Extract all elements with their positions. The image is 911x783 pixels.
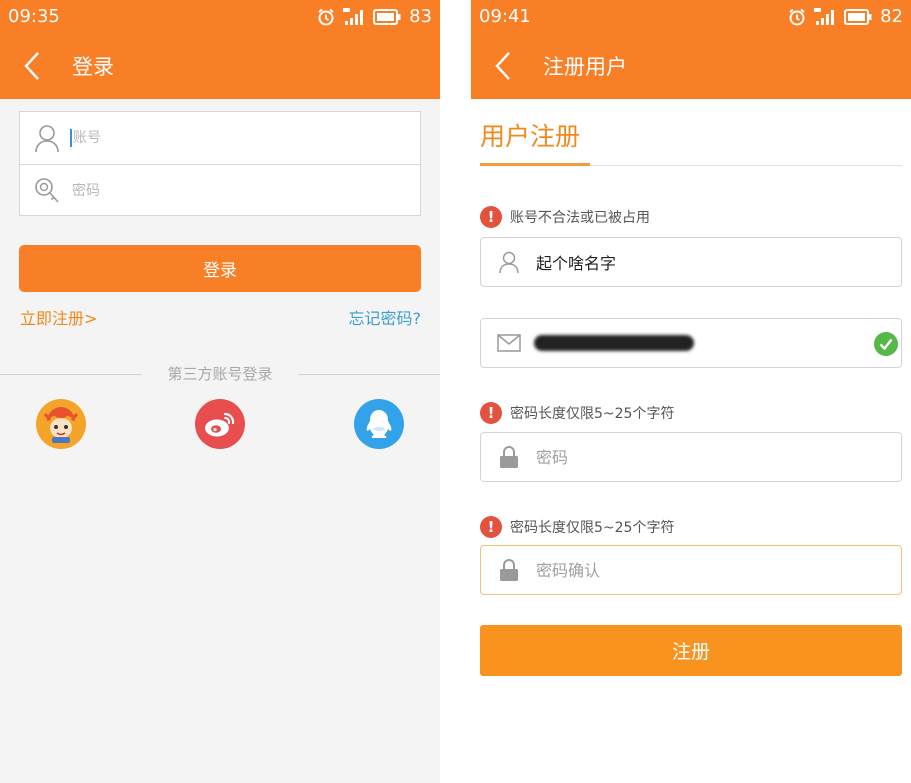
chevron-left-icon xyxy=(495,52,510,80)
signal-icon xyxy=(814,7,835,25)
weibo-login-button[interactable] xyxy=(195,399,245,449)
confirm-error-text: 密码长度仅限5~25个字符 xyxy=(510,520,675,536)
back-button[interactable] xyxy=(6,33,58,99)
lock-icon xyxy=(500,446,518,468)
redacted-email xyxy=(534,335,694,351)
password-input[interactable] xyxy=(536,447,866,467)
login-button[interactable]: 登录 xyxy=(19,245,421,292)
register-heading: 用户注册 xyxy=(480,122,581,151)
page-title: 登录 xyxy=(72,55,114,79)
password-error-text: 密码长度仅限5~25个字符 xyxy=(510,406,675,422)
back-button[interactable] xyxy=(477,33,529,99)
confirm-password-input[interactable] xyxy=(536,560,866,580)
register-button[interactable]: 注册 xyxy=(480,625,902,676)
username-field xyxy=(480,237,902,287)
user-icon xyxy=(499,251,519,274)
confirm-password-field xyxy=(480,545,902,595)
text-cursor xyxy=(70,129,72,147)
page-title: 注册用户 xyxy=(543,55,627,79)
mascot-login-button[interactable] xyxy=(36,399,86,449)
chevron-left-icon xyxy=(24,52,39,80)
alarm-icon xyxy=(318,8,334,25)
battery-level: 83 xyxy=(409,6,432,27)
password-row xyxy=(20,164,420,216)
register-link[interactable]: 立即注册> xyxy=(20,305,97,329)
heading-underline xyxy=(480,163,590,166)
error-icon: ! xyxy=(480,206,502,228)
key-icon xyxy=(35,177,59,203)
user-icon xyxy=(35,125,59,153)
username-input[interactable] xyxy=(536,252,866,272)
status-bar: 09:41 82 xyxy=(471,0,911,33)
email-field xyxy=(480,318,902,368)
status-time: 09:41 xyxy=(479,6,531,27)
username-error: ! 账号不合法或已被占用 xyxy=(480,206,650,228)
title-bar: 登录 xyxy=(0,33,440,99)
forgot-password-link[interactable]: 忘记密码? xyxy=(349,305,422,329)
third-party-label: 第三方账号登录 xyxy=(167,365,273,383)
check-icon xyxy=(874,332,898,356)
third-party-divider: 第三方账号登录 xyxy=(0,363,440,385)
qq-icon xyxy=(366,410,392,438)
login-screen: 09:35 83 登录 登录 立即注册> 忘记密码? 第三方账号登录 xyxy=(0,0,440,783)
lock-icon xyxy=(500,559,518,581)
password-field xyxy=(480,432,902,482)
qq-login-button[interactable] xyxy=(354,399,404,449)
alarm-icon xyxy=(789,8,805,25)
confirm-error: ! 密码长度仅限5~25个字符 xyxy=(480,516,674,538)
mascot-login-icon xyxy=(43,407,79,443)
title-bar: 注册用户 xyxy=(471,33,911,99)
battery-icon xyxy=(844,8,872,25)
password-input[interactable] xyxy=(72,182,372,199)
register-screen: 09:41 82 注册用户 用户注册 ! 账号不合法或已被占用 起个啥名字 ! … xyxy=(471,0,911,783)
battery-icon xyxy=(373,8,401,25)
username-error-text: 账号不合法或已被占用 xyxy=(510,210,650,226)
password-error: ! 密码长度仅限5~25个字符 xyxy=(480,402,674,424)
account-row xyxy=(20,112,420,164)
account-input[interactable] xyxy=(73,130,373,146)
signal-icon xyxy=(343,7,364,25)
login-form xyxy=(19,111,421,216)
error-icon: ! xyxy=(480,516,502,538)
status-bar: 09:35 83 xyxy=(0,0,440,33)
envelope-icon xyxy=(497,334,521,352)
weibo-icon xyxy=(205,412,235,437)
battery-level: 82 xyxy=(880,6,903,27)
error-icon: ! xyxy=(480,402,502,424)
status-time: 09:35 xyxy=(8,6,60,27)
